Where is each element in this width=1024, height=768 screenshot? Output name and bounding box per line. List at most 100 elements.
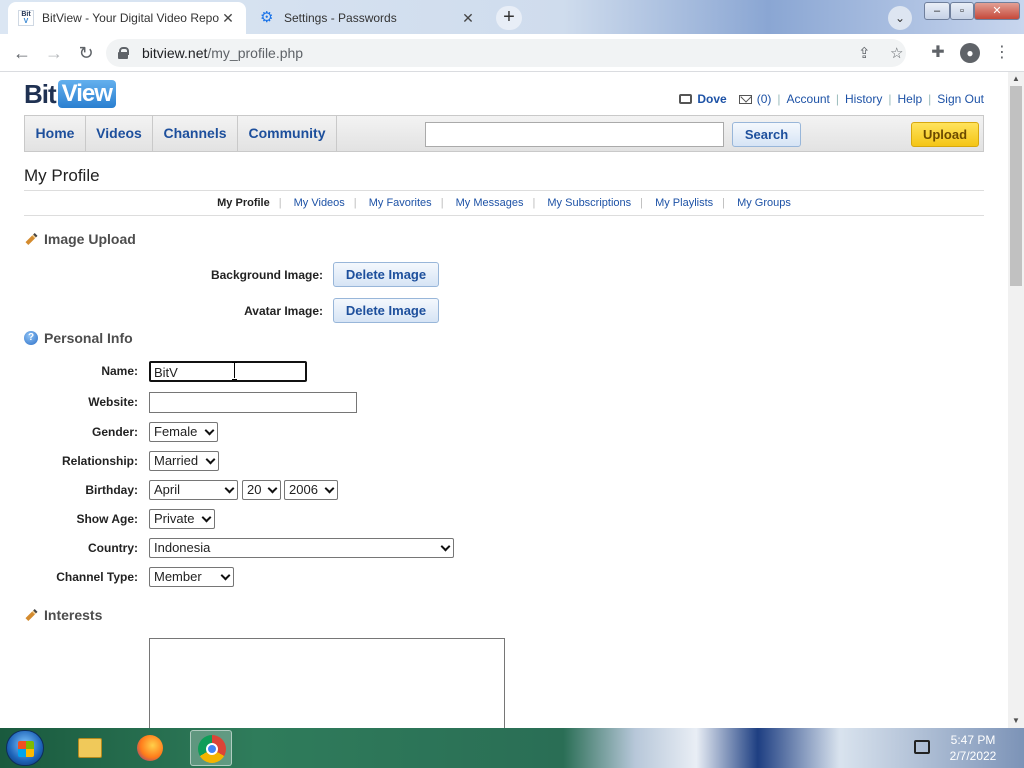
chevron-down-icon: [224, 483, 235, 494]
website-field[interactable]: [149, 392, 357, 413]
subnav-my-subscriptions[interactable]: My Subscriptions: [547, 197, 631, 209]
page-title: My Profile: [24, 166, 100, 185]
taskbar-explorer[interactable]: [68, 730, 110, 766]
taskbar-chrome[interactable]: [190, 730, 232, 766]
url-text: bitview.net/my_profile.php: [142, 45, 304, 61]
gender-select[interactable]: Female: [149, 422, 218, 442]
avatar-image-label: Avatar Image:: [244, 304, 323, 318]
select-value: 20: [247, 482, 262, 497]
close-icon[interactable]: ✕: [460, 10, 476, 27]
username-link[interactable]: Dove: [697, 92, 726, 106]
upload-button[interactable]: Upload: [911, 122, 979, 147]
scroll-thumb[interactable]: [1010, 86, 1022, 286]
birthday-month-select[interactable]: April: [149, 480, 238, 500]
chrome-icon: [198, 735, 226, 763]
nav-community[interactable]: Community: [238, 116, 337, 151]
forward-arrow-icon[interactable]: →: [42, 42, 66, 64]
clock-date: 2/7/2022: [949, 749, 997, 763]
network-icon[interactable]: [914, 740, 930, 754]
show-age-select[interactable]: Private: [149, 509, 215, 529]
help-icon: ?: [24, 331, 38, 345]
tab-bitview[interactable]: Bit V BitView - Your Digital Video Repo ✕: [8, 2, 246, 34]
subnav-my-playlists[interactable]: My Playlists: [655, 197, 713, 209]
site-logo[interactable]: Bit View: [24, 78, 116, 110]
mail-icon[interactable]: [738, 94, 752, 104]
delete-avatar-button[interactable]: Delete Image: [333, 298, 439, 323]
page-scrollbar[interactable]: ▲ ▼: [1008, 72, 1024, 728]
subnav-my-profile[interactable]: My Profile: [217, 197, 270, 209]
subnav-my-messages[interactable]: My Messages: [456, 197, 524, 209]
gender-label: Gender:: [91, 425, 138, 439]
separator: |: [888, 92, 892, 106]
account-link[interactable]: Account: [787, 92, 830, 106]
section-title: Personal Info: [44, 330, 133, 346]
website-label: Website:: [88, 395, 138, 409]
country-select[interactable]: Indonesia: [149, 538, 454, 558]
tab-settings[interactable]: ⚙ Settings - Passwords ✕: [250, 2, 486, 34]
history-link[interactable]: History: [845, 92, 882, 106]
close-icon[interactable]: ✕: [220, 10, 236, 27]
image-upload-heading: Image Upload: [24, 231, 136, 247]
start-button[interactable]: [6, 730, 44, 766]
section-title: Interests: [44, 607, 103, 623]
delete-background-button[interactable]: Delete Image: [333, 262, 439, 287]
relationship-select[interactable]: Married: [149, 451, 219, 471]
minimize-button[interactable]: –: [924, 2, 950, 20]
nav-channels[interactable]: Channels: [153, 116, 238, 151]
scroll-up-icon[interactable]: ▲: [1008, 72, 1024, 86]
messages-count[interactable]: (0): [757, 92, 772, 106]
taskbar-firefox[interactable]: [129, 730, 171, 766]
chevron-down-icon: [201, 512, 212, 523]
tab-search-button[interactable]: ⌄: [888, 6, 912, 30]
text-cursor-icon: [232, 362, 237, 380]
birthday-day-select[interactable]: 20: [242, 480, 281, 500]
background-image-label: Background Image:: [210, 268, 323, 282]
profile-icon[interactable]: ●: [960, 43, 980, 63]
site-search-input[interactable]: [425, 122, 724, 147]
address-bar[interactable]: bitview.net/my_profile.php: [106, 39, 906, 67]
separator: |: [928, 92, 932, 106]
back-arrow-icon[interactable]: ←: [10, 42, 34, 64]
new-tab-button[interactable]: +: [496, 6, 522, 30]
separator: |: [777, 92, 781, 106]
select-value: Private: [154, 511, 195, 526]
separator: |: [835, 92, 840, 106]
nav-home[interactable]: Home: [25, 116, 86, 151]
select-value: Married: [154, 453, 199, 468]
maximize-button[interactable]: ▫: [950, 2, 974, 20]
show-age-label: Show Age:: [76, 512, 138, 526]
birthday-year-select[interactable]: 2006: [284, 480, 338, 500]
main-navbar: Home Videos Channels Community Search Up…: [24, 115, 984, 152]
birthday-label: Birthday:: [85, 483, 138, 497]
extensions-icon[interactable]: ✚: [928, 43, 948, 63]
star-icon[interactable]: ☆: [890, 44, 903, 62]
reload-icon[interactable]: ↻: [74, 42, 98, 64]
profile-subnav: My Profile | My Videos | My Favorites | My …: [24, 190, 984, 216]
share-icon[interactable]: ⇪: [858, 44, 871, 62]
tv-icon: [679, 94, 693, 104]
select-value: 2006: [289, 482, 318, 497]
tab-title: Settings - Passwords: [284, 11, 397, 25]
subnav-my-favorites[interactable]: My Favorites: [369, 197, 432, 209]
sign-out-link[interactable]: Sign Out: [937, 92, 984, 106]
chevron-down-icon: [205, 454, 216, 465]
interests-textarea[interactable]: [149, 638, 505, 728]
section-title: Image Upload: [44, 231, 136, 247]
gear-icon: ⚙: [260, 9, 274, 26]
subnav-my-groups[interactable]: My Groups: [737, 197, 791, 209]
search-button[interactable]: Search: [732, 122, 801, 147]
subnav-my-videos[interactable]: My Videos: [294, 197, 345, 209]
system-clock[interactable]: 5:47 PM 2/7/2022: [940, 732, 1006, 764]
menu-icon[interactable]: ⋮: [992, 43, 1012, 63]
channel-type-select[interactable]: Member: [149, 567, 234, 587]
name-field[interactable]: BitV: [149, 361, 307, 382]
relationship-label: Relationship:: [61, 454, 138, 468]
logo-view: View: [57, 80, 116, 108]
select-value: Member: [154, 569, 202, 584]
nav-videos[interactable]: Videos: [86, 116, 153, 151]
window-close-button[interactable]: ✕: [974, 2, 1020, 20]
chevron-down-icon: [440, 541, 451, 552]
chevron-down-icon: [220, 570, 231, 581]
help-link[interactable]: Help: [897, 92, 922, 106]
scroll-down-icon[interactable]: ▼: [1008, 714, 1024, 728]
